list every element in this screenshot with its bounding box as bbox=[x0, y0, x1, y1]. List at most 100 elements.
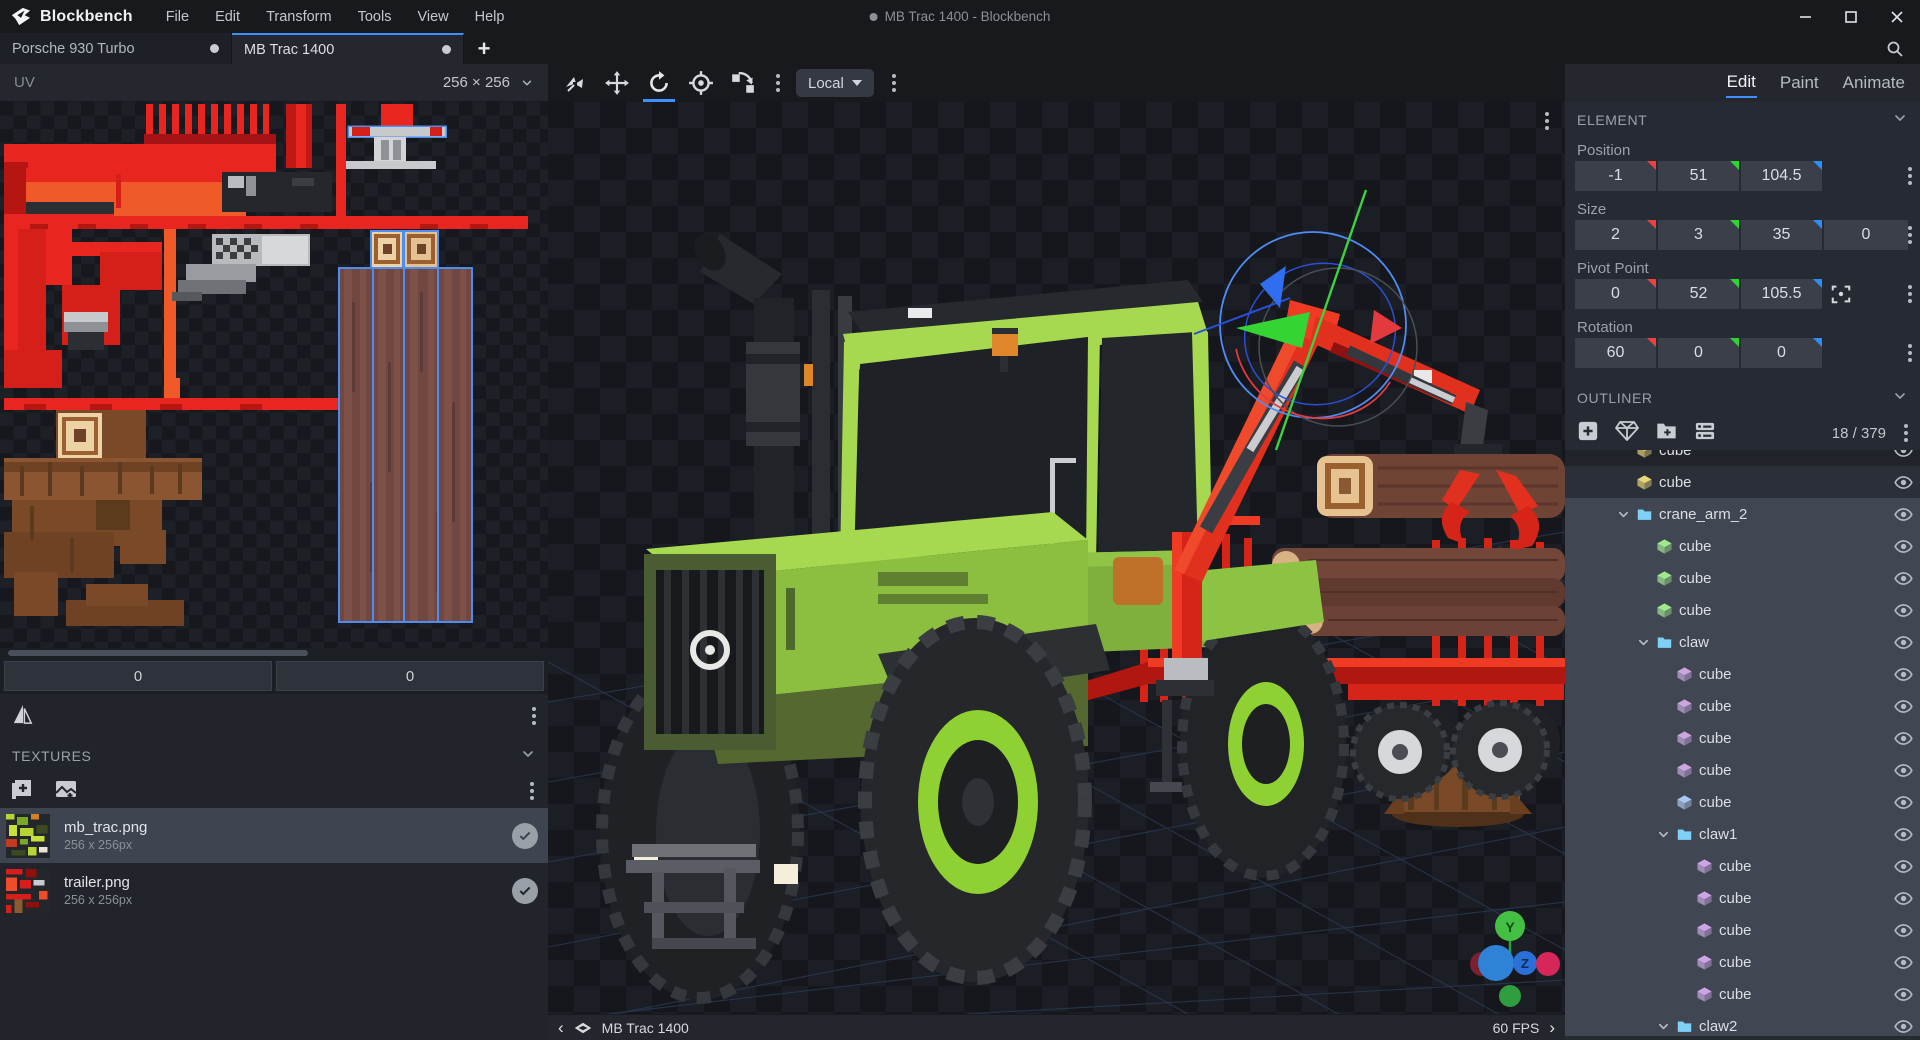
chevron-down-icon[interactable] bbox=[1673, 984, 1693, 1004]
uv-horizontal-scrollbar[interactable] bbox=[0, 648, 548, 658]
chevron-down-icon[interactable] bbox=[1673, 920, 1693, 940]
menu-view[interactable]: View bbox=[406, 5, 459, 29]
search-icon[interactable] bbox=[1882, 36, 1908, 62]
minimize-icon[interactable] bbox=[1782, 0, 1828, 33]
tab-mb-trac-1400[interactable]: MB Trac 1400 bbox=[232, 33, 464, 64]
chevron-down-icon[interactable] bbox=[1653, 664, 1673, 684]
outliner-row[interactable]: cube bbox=[1565, 450, 1920, 466]
texture-enabled-check-icon[interactable] bbox=[512, 823, 538, 849]
move-tool-icon[interactable] bbox=[598, 66, 636, 100]
viewport-3d[interactable]: X Y Z bbox=[548, 102, 1565, 1014]
pivot-menu-icon[interactable] bbox=[1908, 285, 1912, 289]
position-x-input[interactable]: -1 bbox=[1575, 161, 1656, 191]
visibility-eye-icon[interactable] bbox=[1886, 922, 1920, 939]
menu-tools[interactable]: Tools bbox=[347, 5, 403, 29]
visibility-eye-icon[interactable] bbox=[1886, 986, 1920, 1003]
visibility-eye-icon[interactable] bbox=[1886, 538, 1920, 555]
tab-edit[interactable]: Edit bbox=[1726, 68, 1757, 98]
chevron-down-icon[interactable] bbox=[1653, 792, 1673, 812]
new-tab-button[interactable]: + bbox=[464, 33, 504, 64]
chevron-down-icon[interactable] bbox=[1633, 632, 1653, 652]
chevron-down-icon[interactable] bbox=[1673, 888, 1693, 908]
rotate-tool-icon[interactable] bbox=[640, 66, 678, 100]
toolbar-menu-icon[interactable] bbox=[892, 74, 896, 78]
resize-rotate-tool-icon[interactable] bbox=[724, 66, 762, 100]
visibility-eye-icon[interactable] bbox=[1886, 890, 1920, 907]
outliner-row[interactable]: cube bbox=[1565, 722, 1920, 754]
texture-item-trailer[interactable]: trailer.png 256 x 256px bbox=[0, 863, 548, 918]
menu-edit[interactable]: Edit bbox=[204, 5, 251, 29]
rotation-menu-icon[interactable] bbox=[1908, 344, 1912, 348]
toolbar-menu-icon[interactable] bbox=[776, 74, 780, 78]
visibility-eye-icon[interactable] bbox=[1886, 666, 1920, 683]
viewport-menu-icon[interactable] bbox=[1545, 112, 1549, 116]
outliner-row[interactable]: claw2 bbox=[1565, 1010, 1920, 1036]
visibility-eye-icon[interactable] bbox=[1886, 474, 1920, 491]
pivot-tool-icon[interactable] bbox=[682, 66, 720, 100]
prev-model-icon[interactable]: ‹ bbox=[558, 1019, 564, 1036]
uv-texture-canvas[interactable] bbox=[0, 102, 548, 648]
uv-panel-menu-icon[interactable] bbox=[532, 707, 536, 711]
transform-space-dropdown[interactable]: Local bbox=[796, 69, 874, 97]
size-x-input[interactable]: 2 bbox=[1575, 220, 1656, 250]
texture-enabled-check-icon[interactable] bbox=[512, 878, 538, 904]
visibility-eye-icon[interactable] bbox=[1886, 858, 1920, 875]
outliner-row[interactable]: cube bbox=[1565, 594, 1920, 626]
menu-help[interactable]: Help bbox=[464, 5, 516, 29]
element-panel-header[interactable]: ELEMENT bbox=[1565, 102, 1920, 138]
create-texture-icon[interactable] bbox=[54, 777, 78, 806]
visibility-eye-icon[interactable] bbox=[1886, 602, 1920, 619]
size-menu-icon[interactable] bbox=[1908, 226, 1912, 230]
chevron-down-icon[interactable] bbox=[1653, 1016, 1673, 1036]
size-inflate-input[interactable]: 0 bbox=[1824, 220, 1908, 250]
next-model-icon[interactable]: › bbox=[1549, 1019, 1555, 1036]
outliner-row[interactable]: cube bbox=[1565, 914, 1920, 946]
outliner-row[interactable]: claw1 bbox=[1565, 818, 1920, 850]
visibility-eye-icon[interactable] bbox=[1886, 570, 1920, 587]
uv-mirror-icon[interactable] bbox=[12, 703, 34, 730]
uv-resolution-dropdown[interactable]: 256 × 256 bbox=[443, 74, 534, 91]
pivot-y-input[interactable]: 52 bbox=[1658, 279, 1739, 309]
chevron-down-icon[interactable] bbox=[1633, 600, 1653, 620]
menu-transform[interactable]: Transform bbox=[255, 5, 343, 29]
tab-animate[interactable]: Animate bbox=[1842, 69, 1906, 97]
outliner-menu-icon[interactable] bbox=[1904, 424, 1908, 428]
menu-file[interactable]: File bbox=[155, 5, 200, 29]
chevron-down-icon[interactable] bbox=[1653, 760, 1673, 780]
position-menu-icon[interactable] bbox=[1908, 167, 1912, 171]
chevron-down-icon[interactable] bbox=[1673, 952, 1693, 972]
pivot-z-input[interactable]: 105.5 bbox=[1741, 279, 1822, 309]
outliner-row[interactable]: crane_arm_2 bbox=[1565, 498, 1920, 530]
outliner-row[interactable]: cube bbox=[1565, 786, 1920, 818]
unsaved-dot-icon[interactable] bbox=[210, 44, 219, 53]
outliner-row[interactable]: cube bbox=[1565, 978, 1920, 1010]
center-pivot-icon[interactable] bbox=[1824, 279, 1858, 309]
texture-item-mb-trac[interactable]: mb_trac.png 256 x 256px bbox=[0, 808, 548, 863]
outliner-row[interactable]: cube bbox=[1565, 466, 1920, 498]
unsaved-dot-icon[interactable] bbox=[442, 45, 451, 54]
visibility-eye-icon[interactable] bbox=[1886, 730, 1920, 747]
outliner-row[interactable]: cube bbox=[1565, 850, 1920, 882]
chevron-down-icon[interactable] bbox=[1613, 450, 1633, 460]
visibility-eye-icon[interactable] bbox=[1886, 762, 1920, 779]
visibility-eye-icon[interactable] bbox=[1886, 954, 1920, 971]
size-z-input[interactable]: 35 bbox=[1741, 220, 1822, 250]
visibility-eye-icon[interactable] bbox=[1886, 826, 1920, 843]
chevron-down-icon[interactable] bbox=[1633, 536, 1653, 556]
position-y-input[interactable]: 51 bbox=[1658, 161, 1739, 191]
chevron-down-icon[interactable] bbox=[1613, 504, 1633, 524]
maximize-icon[interactable] bbox=[1828, 0, 1874, 33]
visibility-eye-icon[interactable] bbox=[1886, 1018, 1920, 1035]
outliner-row[interactable]: cube bbox=[1565, 562, 1920, 594]
chevron-down-icon[interactable] bbox=[1653, 696, 1673, 716]
toggle-panels-icon[interactable] bbox=[1694, 421, 1716, 446]
visibility-eye-icon[interactable] bbox=[1886, 698, 1920, 715]
outliner-row[interactable]: claw bbox=[1565, 626, 1920, 658]
chevron-down-icon[interactable] bbox=[1653, 728, 1673, 748]
outliner-row[interactable]: cube bbox=[1565, 882, 1920, 914]
visibility-eye-icon[interactable] bbox=[1886, 634, 1920, 651]
add-mesh-icon[interactable] bbox=[1615, 420, 1639, 447]
size-y-input[interactable]: 3 bbox=[1658, 220, 1739, 250]
tab-porsche-930-turbo[interactable]: Porsche 930 Turbo bbox=[0, 33, 232, 64]
add-cube-icon[interactable] bbox=[1577, 420, 1599, 447]
